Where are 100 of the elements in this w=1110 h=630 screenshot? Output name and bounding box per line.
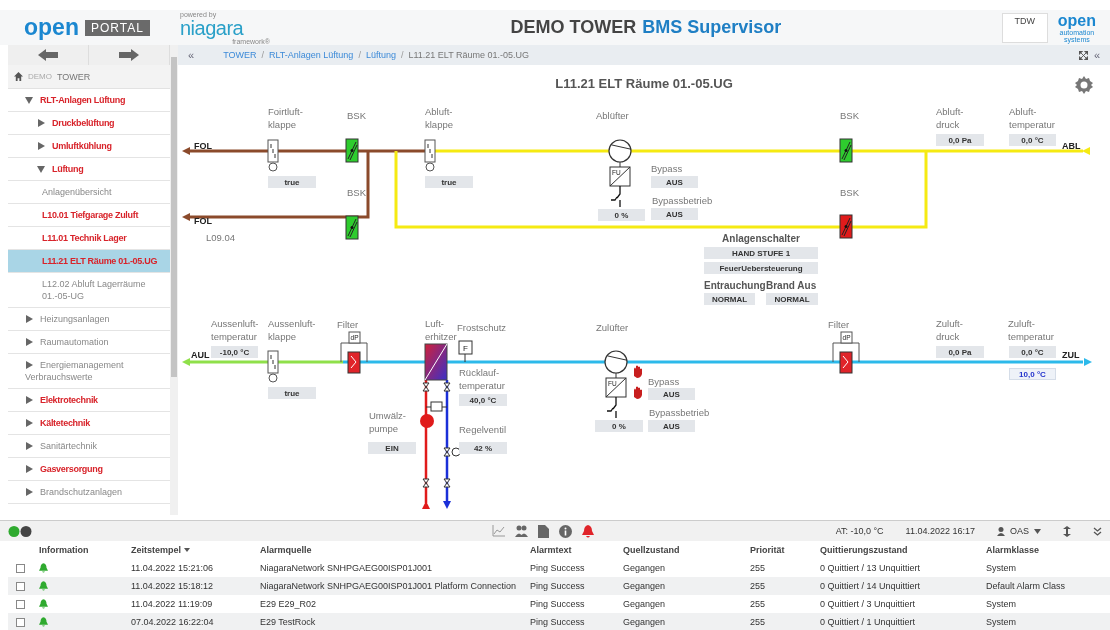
component-label: BSK — [840, 110, 859, 123]
component-label: Abluft- klappe — [425, 106, 453, 132]
people-icon[interactable] — [515, 524, 528, 538]
app-title: DEMO TOWER — [510, 17, 637, 37]
component-label: Filter — [337, 319, 359, 332]
caret-down-icon[interactable] — [37, 165, 45, 173]
caret-right-icon[interactable] — [25, 488, 33, 496]
value-display: 0,0 Pa — [936, 134, 984, 146]
duct-label: FOL — [194, 140, 212, 153]
column-header[interactable]: Quellzustand — [615, 541, 742, 559]
value-display: 0,0 °C — [1009, 134, 1056, 146]
component-label: Brand Aus — [766, 279, 817, 293]
valve-icon — [443, 382, 451, 392]
row-checkbox[interactable] — [16, 581, 25, 591]
caret-right-icon[interactable] — [25, 315, 33, 323]
column-header[interactable]: Alarmklasse — [978, 541, 1110, 559]
tree-item[interactable]: L11.21 ELT Räume 01.-05.UG — [8, 250, 170, 273]
component-label: L09.04 — [206, 232, 236, 245]
status-lights-icon — [8, 525, 32, 537]
table-cell-text: Gegangen — [622, 598, 667, 611]
breadcrumb-link[interactable]: RLT-Anlagen Lüftung — [269, 50, 354, 60]
value-display: 42 % — [459, 442, 507, 454]
value-display: 0 % — [595, 420, 643, 432]
value-display: HAND STUFE 1 — [704, 247, 818, 259]
breadcrumb-link[interactable]: L11.21 ELT Räume 01.-05.UG — [408, 50, 530, 60]
fan-icon[interactable] — [604, 350, 628, 374]
diagram-title: L11.21 ELT Räume 01.-05.UG — [554, 76, 734, 91]
caret-right-icon[interactable] — [25, 442, 33, 450]
table-cell: Default Alarm Class — [978, 577, 1110, 595]
caret-right-icon[interactable] — [25, 419, 33, 427]
column-header[interactable]: Priorität — [742, 541, 812, 559]
breadcrumb-link[interactable]: Lüftung — [365, 50, 396, 60]
brand-logo-word: open — [1057, 12, 1096, 29]
valve-icon — [422, 382, 430, 392]
breadcrumb-separator: / — [261, 50, 264, 60]
row-checkbox[interactable] — [16, 617, 25, 627]
settings-icon[interactable] — [1074, 75, 1094, 95]
valve-icon — [443, 447, 451, 457]
pump-icon — [420, 414, 434, 428]
heater-coil-drawing — [424, 343, 448, 381]
column-header[interactable]: Quittierungszustand — [812, 541, 978, 559]
value-display: FeuerUebersteuerung — [704, 262, 818, 274]
column-header[interactable]: Alarmquelle — [252, 541, 522, 559]
home-item[interactable]: DEMO TOWER — [8, 65, 170, 89]
bell-icon — [39, 581, 48, 591]
fire-damper[interactable] — [345, 215, 359, 240]
home-icon — [14, 72, 23, 81]
valve-icon — [422, 478, 430, 488]
value-display: 0,0 °C — [1009, 346, 1056, 358]
collapse-icon[interactable] — [1093, 526, 1102, 536]
caret-right-icon[interactable] — [25, 361, 33, 369]
component-label: BSK — [840, 187, 859, 200]
collapse-panel-button[interactable]: « — [1093, 49, 1100, 61]
collapse-sidebar-button[interactable]: « — [188, 49, 195, 61]
caret-right-icon[interactable] — [25, 465, 33, 473]
frost-sensor — [458, 340, 473, 363]
column-header[interactable]: Zeitstempel — [123, 541, 252, 559]
component-label: Bypass — [651, 163, 683, 176]
user-menu[interactable]: OAS — [997, 526, 1041, 536]
logo-tag: PORTAL — [84, 19, 150, 36]
fire-damper[interactable] — [839, 138, 853, 163]
table-cell: 0 Quittiert / 1 Unquittiert — [812, 613, 978, 630]
table-cell: 11.04.2022 15:18:12 — [123, 577, 252, 595]
resize-icon[interactable] — [1063, 525, 1071, 537]
caret-right-icon[interactable] — [37, 119, 45, 127]
caret-right-icon[interactable] — [25, 396, 33, 404]
hand-icon — [634, 365, 642, 378]
value-display: -10,0 °C — [211, 346, 258, 358]
fan-icon[interactable] — [608, 139, 632, 163]
caret-right-icon[interactable] — [37, 142, 45, 150]
scrollbar-thumb[interactable] — [171, 57, 177, 377]
table-cell: E29 TestRock — [252, 613, 522, 630]
fire-damper[interactable] — [839, 214, 853, 239]
row-checkbox[interactable] — [16, 599, 25, 609]
table-cell-text: 255 — [749, 562, 767, 575]
fire-damper[interactable] — [345, 138, 359, 163]
table-cell: 255 — [742, 613, 812, 630]
arrow-right-icon — [119, 49, 139, 61]
value-display: true — [268, 387, 316, 399]
caret-down-icon[interactable] — [25, 96, 33, 104]
column-header[interactable]: Information — [31, 541, 123, 559]
table-cell-text: 11.04.2022 11:19:09 — [130, 598, 214, 611]
component-label: Luft- erhitzer — [425, 318, 457, 344]
column-header[interactable]: Alarmtext — [522, 541, 615, 559]
bell-icon[interactable] — [582, 524, 594, 538]
caret-right-icon[interactable] — [25, 338, 33, 346]
document-icon[interactable] — [538, 524, 549, 538]
info-icon[interactable] — [559, 524, 572, 538]
component-label: Foirtluft- klappe — [268, 106, 303, 132]
table-cell-text: 0 Quittiert / 3 Unquittiert — [819, 598, 917, 611]
setpoint-field[interactable]: 10,0 °C — [1009, 368, 1056, 380]
value-display: AUS — [651, 176, 698, 188]
expand-icon[interactable] — [1078, 50, 1088, 60]
breadcrumb-link[interactable]: TOWER — [223, 50, 257, 60]
filter-drawing — [832, 331, 860, 374]
row-checkbox[interactable] — [16, 563, 25, 573]
table-cell: System — [978, 613, 1110, 630]
table-cell-text: System — [985, 598, 1017, 611]
damper-drawing — [424, 139, 436, 172]
caret-down-icon — [1034, 528, 1041, 534]
